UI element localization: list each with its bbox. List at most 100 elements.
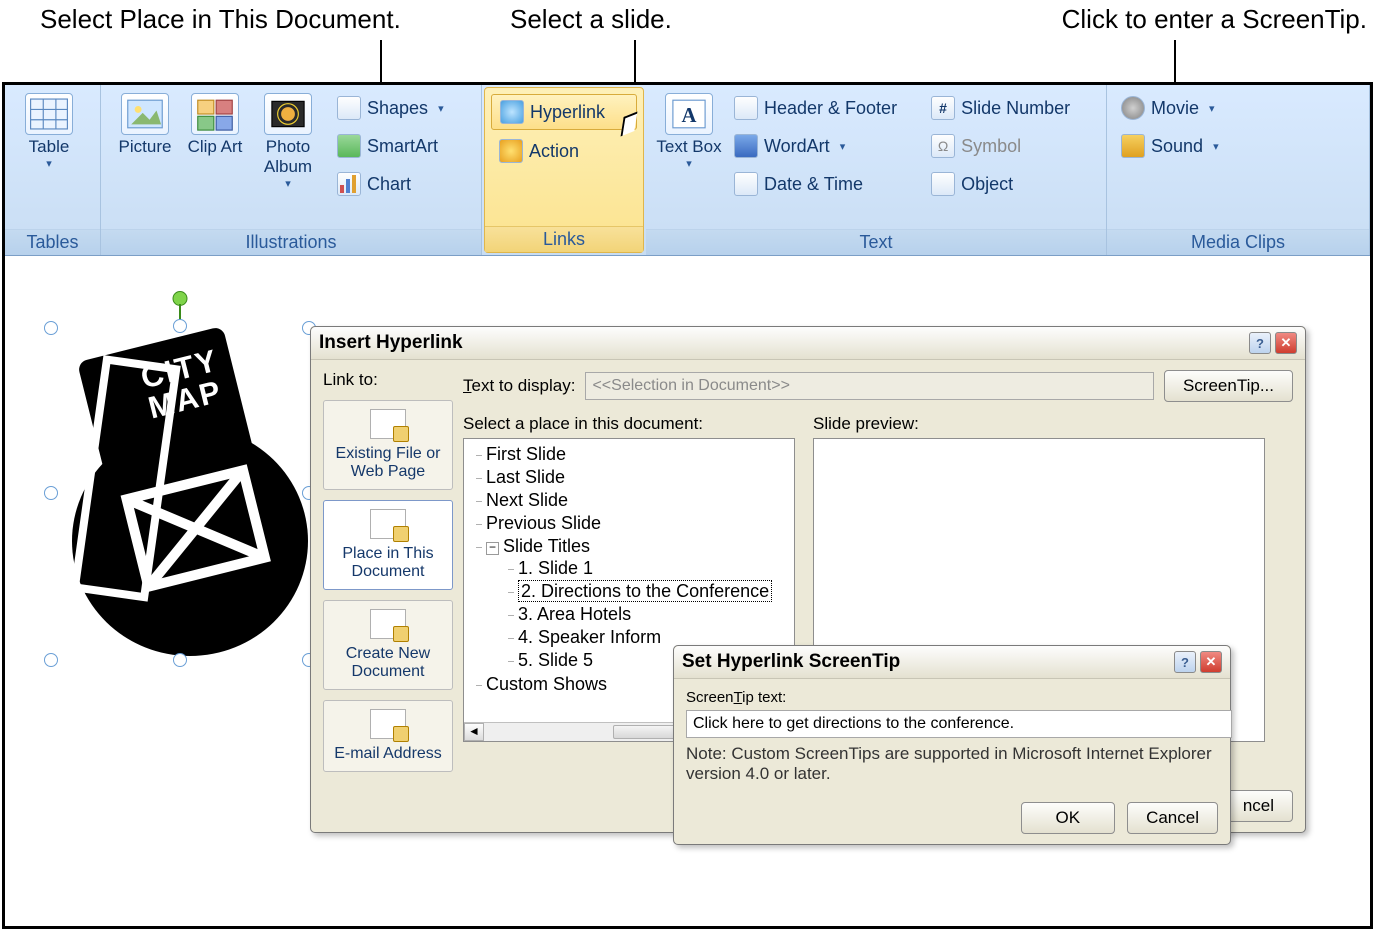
object-button[interactable]: Object	[923, 167, 1078, 201]
screentip-note: Note: Custom ScreenTips are supported in…	[686, 744, 1218, 784]
symbol-button[interactable]: Ω Symbol	[923, 129, 1078, 163]
action-button[interactable]: Action	[491, 134, 637, 168]
textbox-icon: A	[665, 93, 713, 135]
tree-prev-slide[interactable]: Previous Slide	[472, 512, 794, 535]
slidenumber-icon: #	[931, 96, 955, 120]
table-button[interactable]: Table ▾	[11, 89, 87, 170]
tree-slide-1[interactable]: 1. Slide 1	[504, 557, 794, 580]
callout-right: Click to enter a ScreenTip.	[1062, 4, 1367, 35]
dropdown-icon: ▾	[438, 102, 444, 115]
main-cancel-button-partial[interactable]: ncel	[1224, 790, 1293, 822]
textbox-label: Text Box	[656, 137, 721, 157]
document-icon	[370, 509, 406, 539]
close-button[interactable]: ✕	[1200, 651, 1222, 673]
email-icon	[370, 709, 406, 739]
group-illustrations-label: Illustrations	[101, 229, 481, 255]
resize-handle[interactable]	[44, 653, 58, 667]
movie-label: Movie	[1151, 98, 1199, 119]
callout-left: Select Place in This Document.	[40, 4, 401, 35]
symbol-label: Symbol	[961, 136, 1021, 157]
slide-preview-label: Slide preview:	[813, 414, 1265, 434]
dropdown-icon: ▾	[46, 157, 52, 170]
resize-handle[interactable]	[173, 319, 187, 333]
photoalbum-button[interactable]: Photo Album ▾	[247, 89, 329, 190]
smartart-button[interactable]: SmartArt	[329, 129, 452, 163]
screentip-dialog: Set Hyperlink ScreenTip ? ✕ ScreenTip te…	[673, 645, 1231, 845]
screentip-button[interactable]: ScreenTip...	[1164, 370, 1293, 402]
textbox-button[interactable]: A Text Box ▾	[652, 89, 726, 170]
linkto-email[interactable]: E-mail Address	[323, 700, 453, 772]
table-label: Table	[29, 137, 70, 157]
tree-slide-3[interactable]: 3. Area Hotels	[504, 603, 794, 626]
clipart-button[interactable]: Clip Art	[183, 89, 247, 157]
slidenumber-label: Slide Number	[961, 98, 1070, 119]
resize-handle[interactable]	[44, 321, 58, 335]
linkto-existing-label: Existing File or Web Page	[336, 445, 441, 480]
close-button[interactable]: ✕	[1275, 332, 1297, 354]
tree-last-slide[interactable]: Last Slide	[472, 466, 794, 489]
screentip-dialog-title: Set Hyperlink ScreenTip	[682, 651, 900, 673]
datetime-button[interactable]: Date & Time	[726, 167, 905, 201]
text-to-display-input	[585, 372, 1154, 400]
linkto-email-label: E-mail Address	[334, 745, 442, 762]
photoalbum-label: Photo Album	[249, 137, 327, 177]
sound-button[interactable]: Sound ▾	[1113, 129, 1227, 163]
scroll-thumb[interactable]	[613, 725, 675, 739]
object-icon	[931, 172, 955, 196]
headerfooter-button[interactable]: Header & Footer	[726, 91, 905, 125]
screentip-text-label: ScreenTip text:	[686, 689, 1218, 706]
ok-button[interactable]: OK	[1021, 802, 1116, 834]
smartart-label: SmartArt	[367, 136, 438, 157]
slidenumber-button[interactable]: # Slide Number	[923, 91, 1078, 125]
chart-button[interactable]: Chart	[329, 167, 452, 201]
movie-button[interactable]: Movie ▾	[1113, 91, 1227, 125]
chart-icon	[337, 172, 361, 196]
headerfooter-icon	[734, 96, 758, 120]
dropdown-icon: ▾	[1213, 140, 1219, 153]
new-document-icon	[370, 609, 406, 639]
movie-icon	[1121, 96, 1145, 120]
linkto-place-label: Place in This Document	[342, 545, 433, 580]
table-icon	[25, 93, 73, 135]
hyperlink-button[interactable]: Hyperlink	[491, 94, 637, 130]
ribbon-insert-tab: Table ▾ Tables Picture	[5, 85, 1370, 256]
dropdown-icon: ▾	[840, 140, 846, 153]
group-tables-label: Tables	[5, 229, 100, 255]
globe-link-icon	[500, 100, 524, 124]
picture-label: Picture	[119, 137, 172, 157]
link-to-label: Link to:	[323, 370, 453, 390]
clipart-icon	[191, 93, 239, 135]
linkto-place-in-document[interactable]: Place in This Document	[323, 500, 453, 590]
scroll-left-icon[interactable]: ◄	[464, 723, 484, 741]
help-button[interactable]: ?	[1174, 651, 1196, 673]
selected-clipart[interactable]: CITY MAP	[50, 311, 310, 661]
tree-next-slide[interactable]: Next Slide	[472, 489, 794, 512]
select-place-label: Select a place in this document:	[463, 414, 795, 434]
wordart-button[interactable]: WordArt ▾	[726, 129, 905, 163]
resize-handle[interactable]	[44, 486, 58, 500]
tree-slide-2[interactable]: 2. Directions to the Conference	[504, 580, 794, 603]
linkto-existing-file[interactable]: Existing File or Web Page	[323, 400, 453, 490]
picture-button[interactable]: Picture	[107, 89, 183, 157]
smartart-icon	[337, 134, 361, 158]
cancel-button[interactable]: Cancel	[1127, 802, 1218, 834]
screentip-text-input[interactable]	[686, 710, 1232, 738]
shapes-label: Shapes	[367, 98, 428, 119]
existing-file-icon	[370, 409, 406, 439]
group-text-label: Text	[646, 229, 1106, 255]
resize-handle[interactable]	[173, 653, 187, 667]
datetime-icon	[734, 172, 758, 196]
symbol-icon: Ω	[931, 134, 955, 158]
collapse-icon[interactable]: −	[486, 542, 499, 555]
linkto-create-new[interactable]: Create New Document	[323, 600, 453, 690]
shapes-button[interactable]: Shapes ▾	[329, 91, 452, 125]
action-label: Action	[529, 141, 579, 162]
datetime-label: Date & Time	[764, 174, 863, 195]
tree-first-slide[interactable]: First Slide	[472, 443, 794, 466]
clipart-label: Clip Art	[188, 137, 243, 157]
svg-text:A: A	[682, 105, 697, 127]
group-media-label: Media Clips	[1107, 229, 1369, 255]
sound-icon	[1121, 134, 1145, 158]
help-button[interactable]: ?	[1249, 332, 1271, 354]
object-label: Object	[961, 174, 1013, 195]
